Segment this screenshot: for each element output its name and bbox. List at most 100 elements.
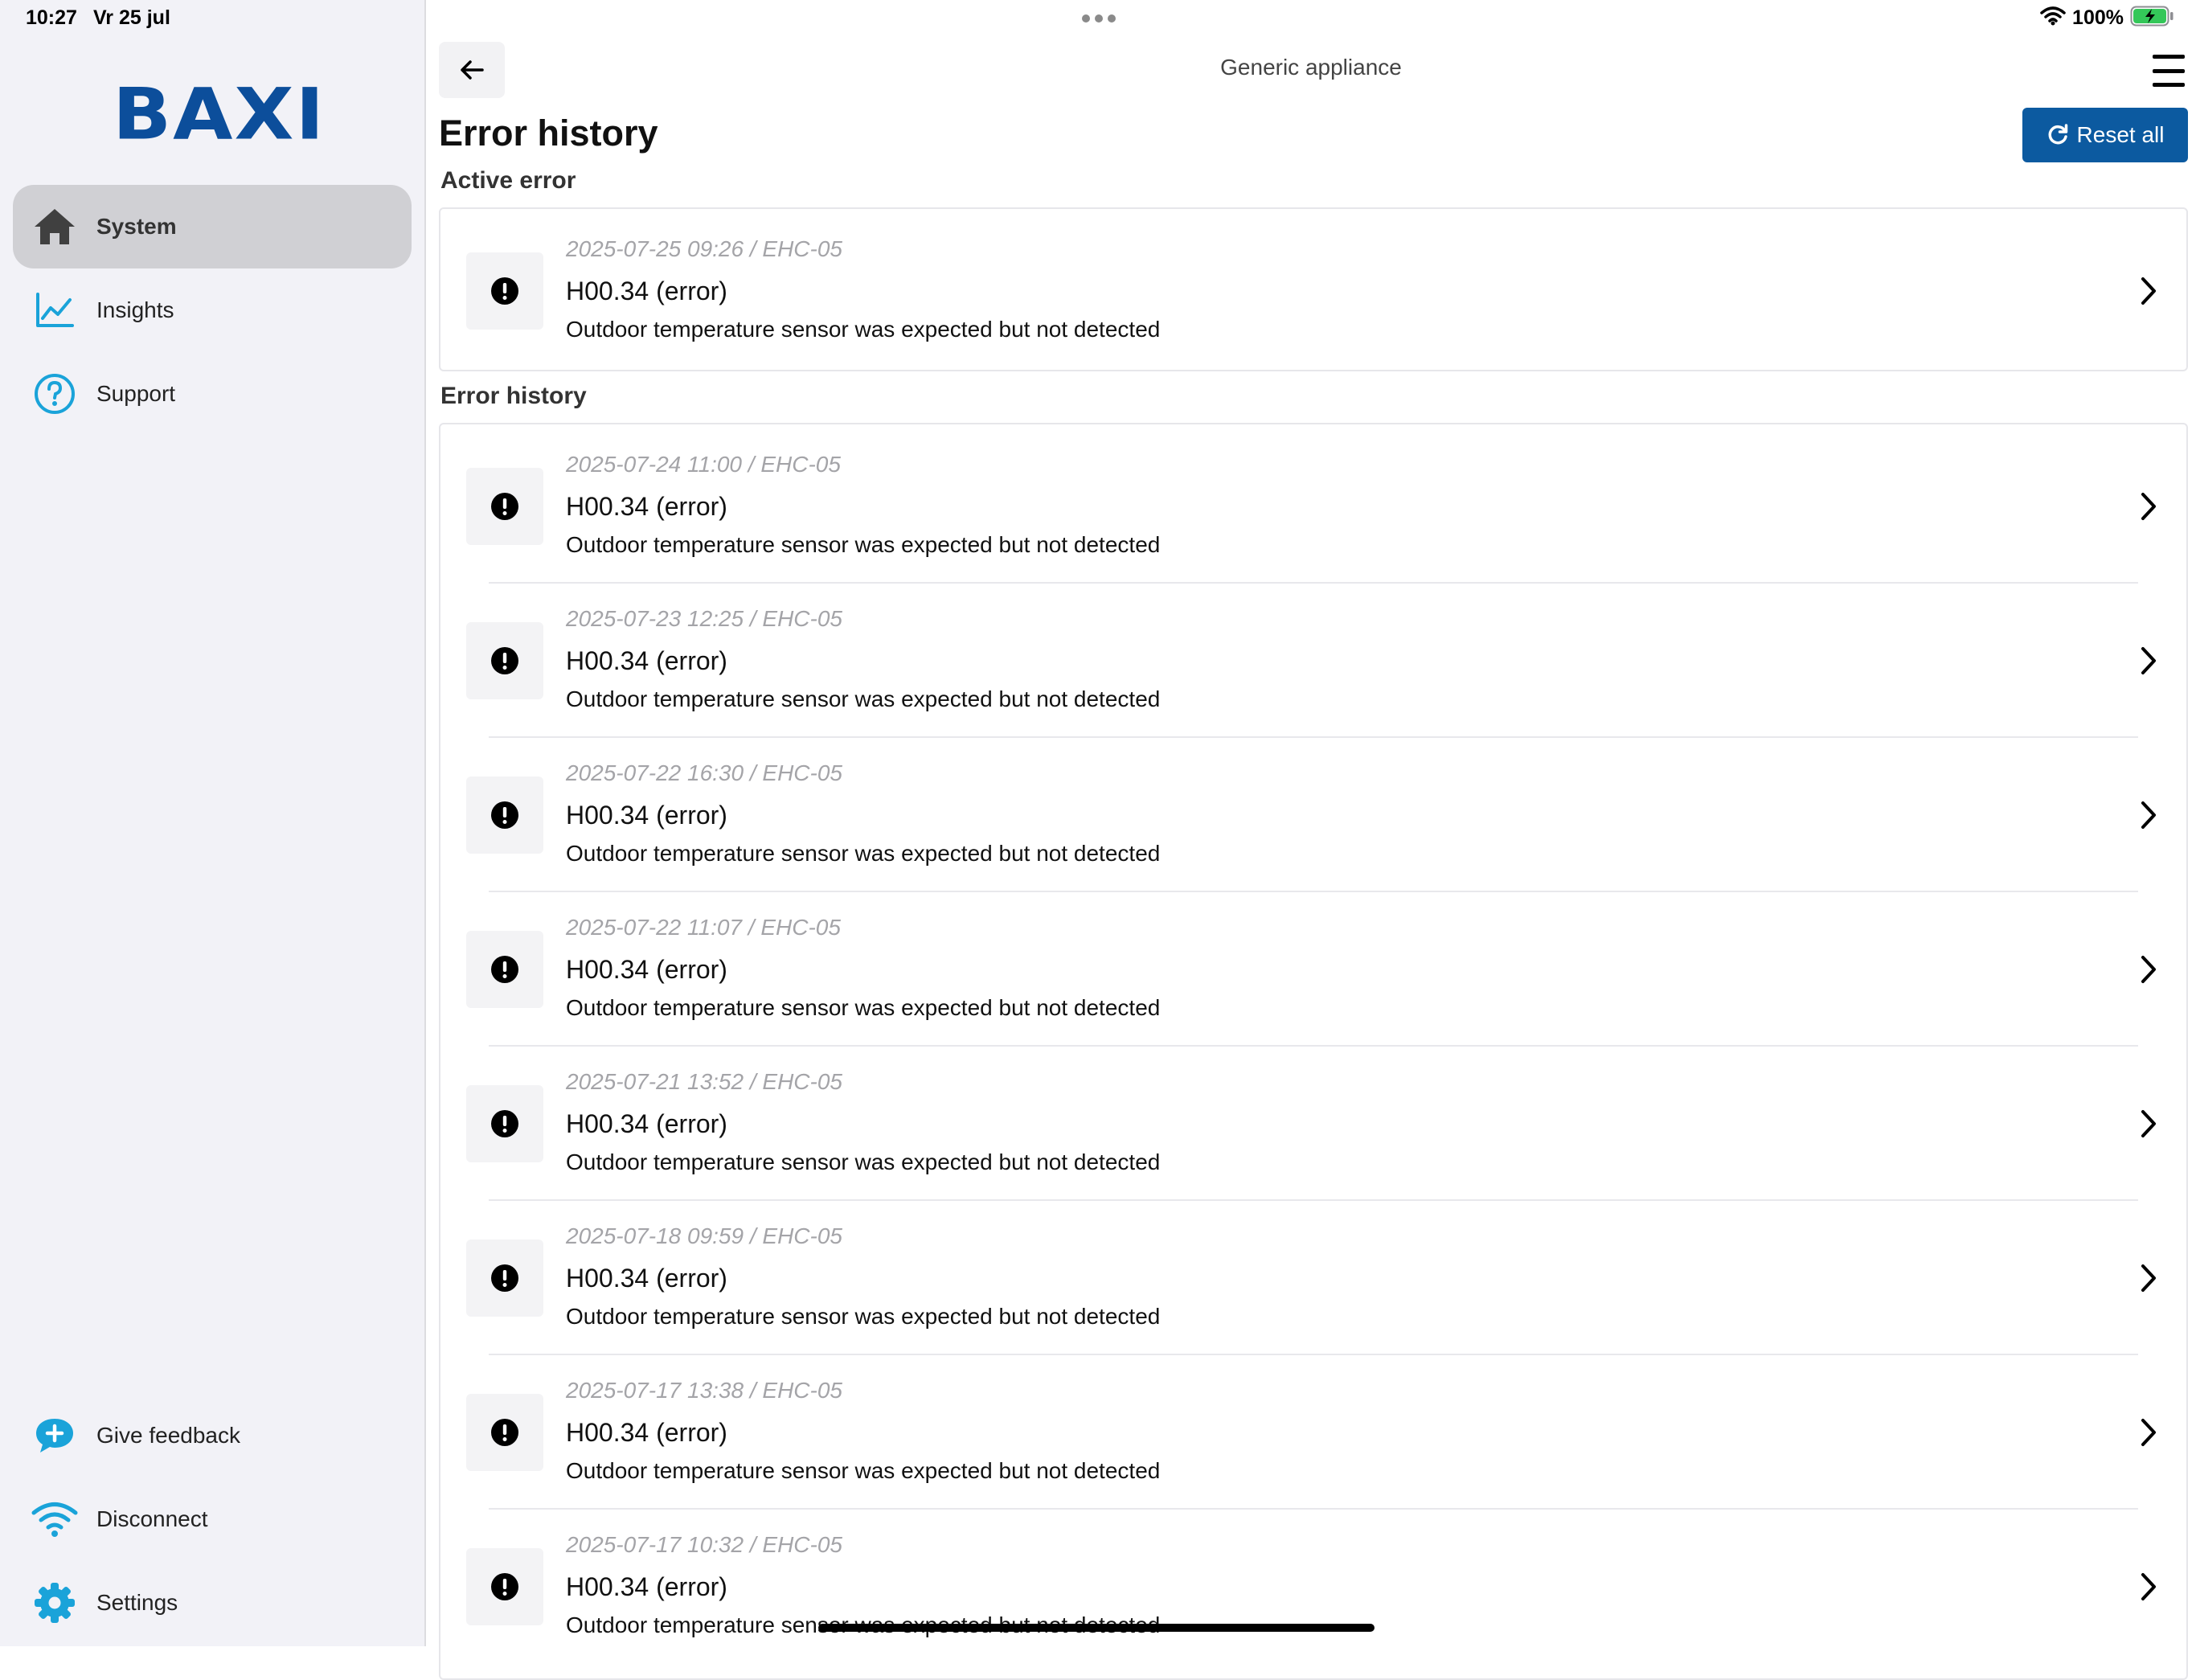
error-history-heading: Error history — [440, 383, 587, 409]
error-history-row[interactable]: 2025-07-18 09:59 / EHC-05 H00.34 (error)… — [440, 1199, 2186, 1354]
error-timestamp: 2025-07-25 09:26 / EHC-05 — [566, 236, 842, 261]
chevron-right-icon — [2141, 801, 2156, 829]
sidebar-item-label: Give feedback — [96, 1423, 240, 1448]
error-icon-box — [466, 622, 543, 699]
reset-all-button[interactable]: Reset all — [2022, 108, 2188, 162]
sidebar-item-support[interactable]: Support — [13, 352, 412, 436]
main-content: Generic appliance Error history Reset al… — [426, 0, 2196, 1680]
sidebar-item-label: System — [96, 214, 177, 239]
exclamation-circle-icon — [491, 493, 518, 520]
chevron-right-icon — [2141, 1419, 2156, 1446]
error-icon-box — [466, 931, 543, 1008]
error-icon-box — [466, 1085, 543, 1162]
error-code: H00.34 (error) — [566, 1264, 727, 1293]
error-code: H00.34 (error) — [566, 1109, 727, 1138]
error-timestamp: 2025-07-18 09:59 / EHC-05 — [566, 1223, 842, 1248]
error-description: Outdoor temperature sensor was expected … — [566, 532, 1161, 557]
home-icon — [31, 203, 79, 251]
chevron-right-icon — [2141, 1264, 2156, 1292]
error-code: H00.34 (error) — [566, 277, 727, 305]
status-time: 10:27 — [26, 6, 77, 29]
error-icon-box — [466, 252, 543, 330]
chevron-right-icon — [2141, 1110, 2156, 1137]
active-error-row[interactable]: 2025-07-25 09:26 / EHC-05 H00.34 (error)… — [440, 212, 2186, 367]
error-code: H00.34 (error) — [566, 1418, 727, 1447]
error-history-row[interactable]: 2025-07-17 13:38 / EHC-05 H00.34 (error)… — [440, 1354, 2186, 1508]
gear-icon — [31, 1579, 79, 1627]
active-error-heading: Active error — [440, 167, 576, 194]
status-date: Vr 25 jul — [93, 6, 170, 29]
sidebar-item-label: Insights — [96, 297, 174, 322]
error-history-row[interactable]: 2025-07-22 11:07 / EHC-05 H00.34 (error)… — [440, 891, 2186, 1045]
error-timestamp: 2025-07-17 10:32 / EHC-05 — [566, 1532, 842, 1557]
error-description: Outdoor temperature sensor was expected … — [566, 686, 1161, 711]
error-icon-box — [466, 468, 543, 545]
error-code: H00.34 (error) — [566, 646, 727, 675]
error-timestamp: 2025-07-21 13:52 / EHC-05 — [566, 1069, 842, 1094]
multitasking-dots-icon[interactable] — [1082, 14, 1116, 23]
exclamation-circle-icon — [491, 1573, 518, 1600]
error-description: Outdoor temperature sensor was expected … — [566, 1458, 1161, 1483]
sidebar-item-label: Disconnect — [96, 1506, 208, 1531]
chevron-right-icon — [2141, 493, 2156, 520]
status-right: 100% — [2040, 5, 2175, 31]
error-timestamp: 2025-07-23 12:25 / EHC-05 — [566, 606, 842, 631]
status-bar: 10:27 Vr 25 jul 100% — [0, 0, 2196, 40]
chevron-right-icon — [2141, 647, 2156, 674]
error-description: Outdoor temperature sensor was expected … — [566, 995, 1161, 1020]
page-title: Error history — [439, 113, 658, 154]
reset-all-label: Reset all — [2076, 122, 2165, 147]
error-icon-box — [466, 1240, 543, 1317]
exclamation-circle-icon — [491, 1110, 518, 1137]
sidebar-item-system[interactable]: System — [13, 185, 412, 268]
error-code: H00.34 (error) — [566, 1572, 727, 1601]
exclamation-circle-icon — [491, 277, 518, 305]
chevron-right-icon — [2141, 1573, 2156, 1600]
battery-charging-icon — [2130, 5, 2175, 31]
error-description: Outdoor temperature sensor was expected … — [566, 841, 1161, 866]
sidebar-item-label: Support — [96, 381, 176, 406]
chevron-right-icon — [2141, 277, 2156, 305]
sidebar-item-give-feedback[interactable]: Give feedback — [13, 1394, 412, 1477]
exclamation-circle-icon — [491, 1264, 518, 1292]
error-timestamp: 2025-07-17 13:38 / EHC-05 — [566, 1378, 842, 1403]
error-timestamp: 2025-07-22 11:07 / EHC-05 — [566, 915, 841, 940]
error-code: H00.34 (error) — [566, 955, 727, 984]
error-history-row[interactable]: 2025-07-21 13:52 / EHC-05 H00.34 (error)… — [440, 1045, 2186, 1199]
hamburger-menu-icon[interactable] — [2153, 55, 2185, 87]
sidebar-item-disconnect[interactable]: Disconnect — [13, 1477, 412, 1561]
sidebar-item-settings[interactable]: Settings — [13, 1561, 412, 1645]
appliance-title: Generic appliance — [1220, 55, 1402, 80]
error-icon-box — [466, 1548, 543, 1625]
error-timestamp: 2025-07-22 16:30 / EHC-05 — [566, 760, 842, 785]
error-description: Outdoor temperature sensor was expected … — [566, 317, 1161, 342]
exclamation-circle-icon — [491, 1419, 518, 1446]
error-history-row[interactable]: 2025-07-23 12:25 / EHC-05 H00.34 (error)… — [440, 582, 2186, 736]
error-history-card: 2025-07-24 11:00 / EHC-05 H00.34 (error)… — [439, 423, 2188, 1680]
error-code: H00.34 (error) — [566, 801, 727, 830]
question-circle-icon — [31, 370, 79, 418]
sidebar-item-insights[interactable]: Insights — [13, 268, 412, 352]
error-description: Outdoor temperature sensor was expected … — [566, 1304, 1161, 1329]
error-timestamp: 2025-07-24 11:00 / EHC-05 — [566, 452, 841, 477]
sidebar: BAXI System Insights Support Give feedba… — [0, 0, 426, 1646]
chart-line-icon — [31, 286, 79, 334]
error-icon-box — [466, 776, 543, 854]
feedback-bubble-icon — [31, 1412, 79, 1460]
error-description: Outdoor temperature sensor was expected … — [566, 1149, 1161, 1174]
error-history-row[interactable]: 2025-07-24 11:00 / EHC-05 H00.34 (error)… — [440, 428, 2186, 582]
home-indicator[interactable] — [818, 1624, 1375, 1632]
battery-percent: 100% — [2072, 6, 2124, 29]
refresh-icon — [2048, 124, 2067, 145]
error-history-row[interactable]: 2025-07-22 16:30 / EHC-05 H00.34 (error)… — [440, 736, 2186, 891]
exclamation-circle-icon — [491, 956, 518, 983]
brand-logo: BAXI — [113, 72, 326, 156]
error-icon-box — [466, 1394, 543, 1471]
error-history-row[interactable]: 2025-07-17 10:32 / EHC-05 H00.34 (error)… — [440, 1508, 2186, 1662]
wifi-icon — [31, 1495, 79, 1543]
active-error-card: 2025-07-25 09:26 / EHC-05 H00.34 (error)… — [439, 207, 2188, 371]
exclamation-circle-icon — [491, 801, 518, 829]
wifi-status-icon — [2040, 6, 2066, 30]
exclamation-circle-icon — [491, 647, 518, 674]
chevron-right-icon — [2141, 956, 2156, 983]
